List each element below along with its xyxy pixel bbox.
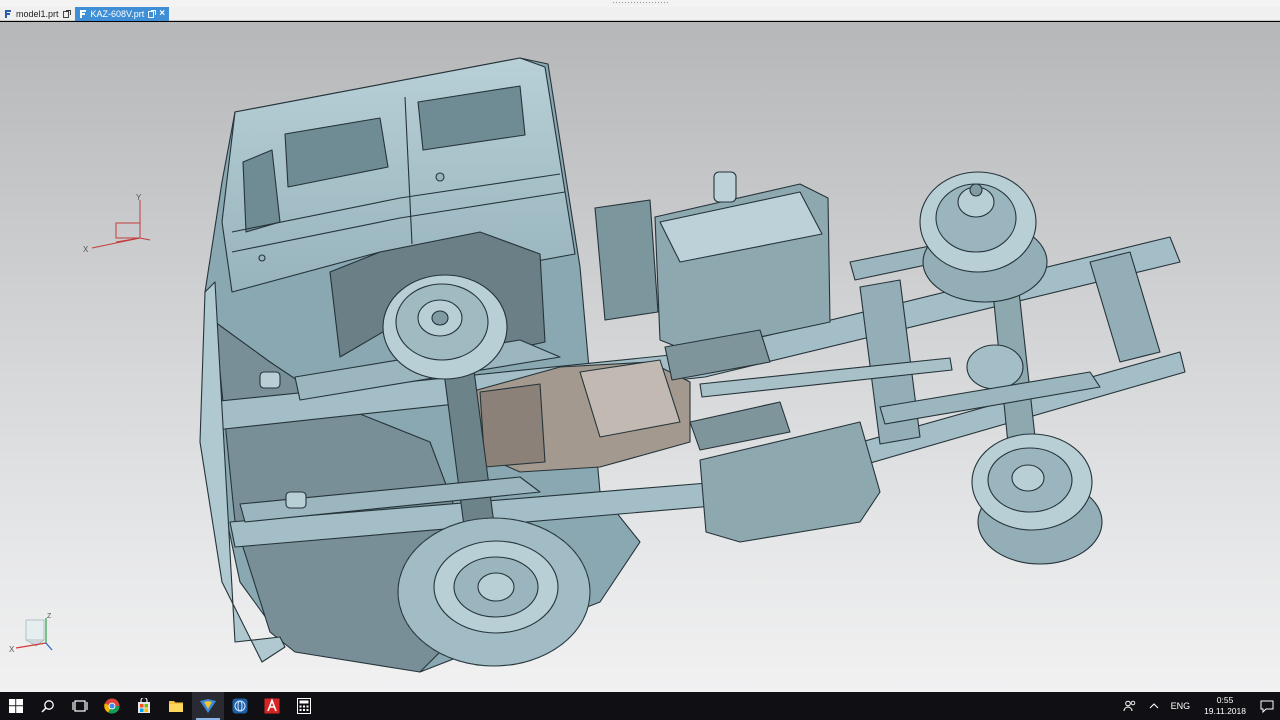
- nx-logo-icon: [3, 9, 13, 19]
- popout-icon[interactable]: [62, 10, 71, 19]
- show-hidden-icons-button[interactable]: [1143, 692, 1165, 720]
- language-indicator[interactable]: ENG: [1165, 692, 1197, 720]
- x-axis-label: X: [83, 245, 89, 254]
- task-view-icon: [72, 700, 88, 712]
- chrome-button[interactable]: [96, 692, 128, 720]
- clock-time: 0:55: [1216, 695, 1234, 705]
- chevron-up-icon: [1149, 703, 1158, 709]
- store-button[interactable]: [128, 692, 160, 720]
- start-button[interactable]: [0, 692, 32, 720]
- tab-model1[interactable]: model1.prt: [0, 7, 75, 21]
- windows-start-icon: [9, 699, 23, 713]
- drag-handle[interactable]: [612, 1, 668, 5]
- calculator-button[interactable]: [288, 692, 320, 720]
- action-center-button[interactable]: [1254, 692, 1280, 720]
- autocad-button[interactable]: [256, 692, 288, 720]
- blue-app-button[interactable]: [224, 692, 256, 720]
- document-tab-bar: model1.prt KAZ-608V.prt ×: [0, 7, 1280, 21]
- task-view-button[interactable]: [64, 692, 96, 720]
- windows-taskbar: ENG 0:55 19.11.2018: [0, 692, 1280, 720]
- y-axis-label: Y: [136, 193, 142, 202]
- coordinate-triad: Y X: [83, 193, 151, 254]
- tab-kaz-608v[interactable]: KAZ-608V.prt ×: [74, 7, 170, 21]
- notification-icon: [1260, 700, 1274, 713]
- autocad-icon: [264, 698, 280, 714]
- store-icon: [138, 698, 150, 713]
- popout-icon[interactable]: [148, 10, 157, 19]
- globe-icon: [232, 698, 248, 714]
- clock[interactable]: 0:55 19.11.2018: [1196, 692, 1254, 720]
- explorer-button[interactable]: [160, 692, 192, 720]
- close-icon[interactable]: ×: [159, 9, 165, 19]
- truck-chassis-model[interactable]: [0, 22, 1280, 692]
- tab-label: model1.prt: [16, 9, 59, 19]
- nx-logo-icon: [78, 9, 88, 19]
- graphics-viewport[interactable]: Y X X Z: [0, 22, 1280, 692]
- people-button[interactable]: [1117, 692, 1143, 720]
- search-icon: [41, 700, 54, 713]
- nx-button[interactable]: [192, 692, 224, 720]
- calculator-icon: [297, 698, 311, 714]
- view-triad[interactable]: X Z: [6, 610, 62, 670]
- system-tray: ENG 0:55 19.11.2018: [1117, 692, 1280, 720]
- folder-icon: [169, 701, 183, 712]
- tab-label: KAZ-608V.prt: [90, 9, 145, 19]
- people-icon: [1123, 700, 1135, 712]
- nx-icon: [200, 699, 216, 713]
- chrome-icon: [104, 698, 120, 714]
- z-axis-label: Z: [47, 613, 52, 620]
- search-button[interactable]: [32, 692, 64, 720]
- window-resize-strip[interactable]: [0, 0, 1280, 7]
- x-axis-label: X: [9, 645, 15, 654]
- clock-date: 19.11.2018: [1204, 706, 1246, 716]
